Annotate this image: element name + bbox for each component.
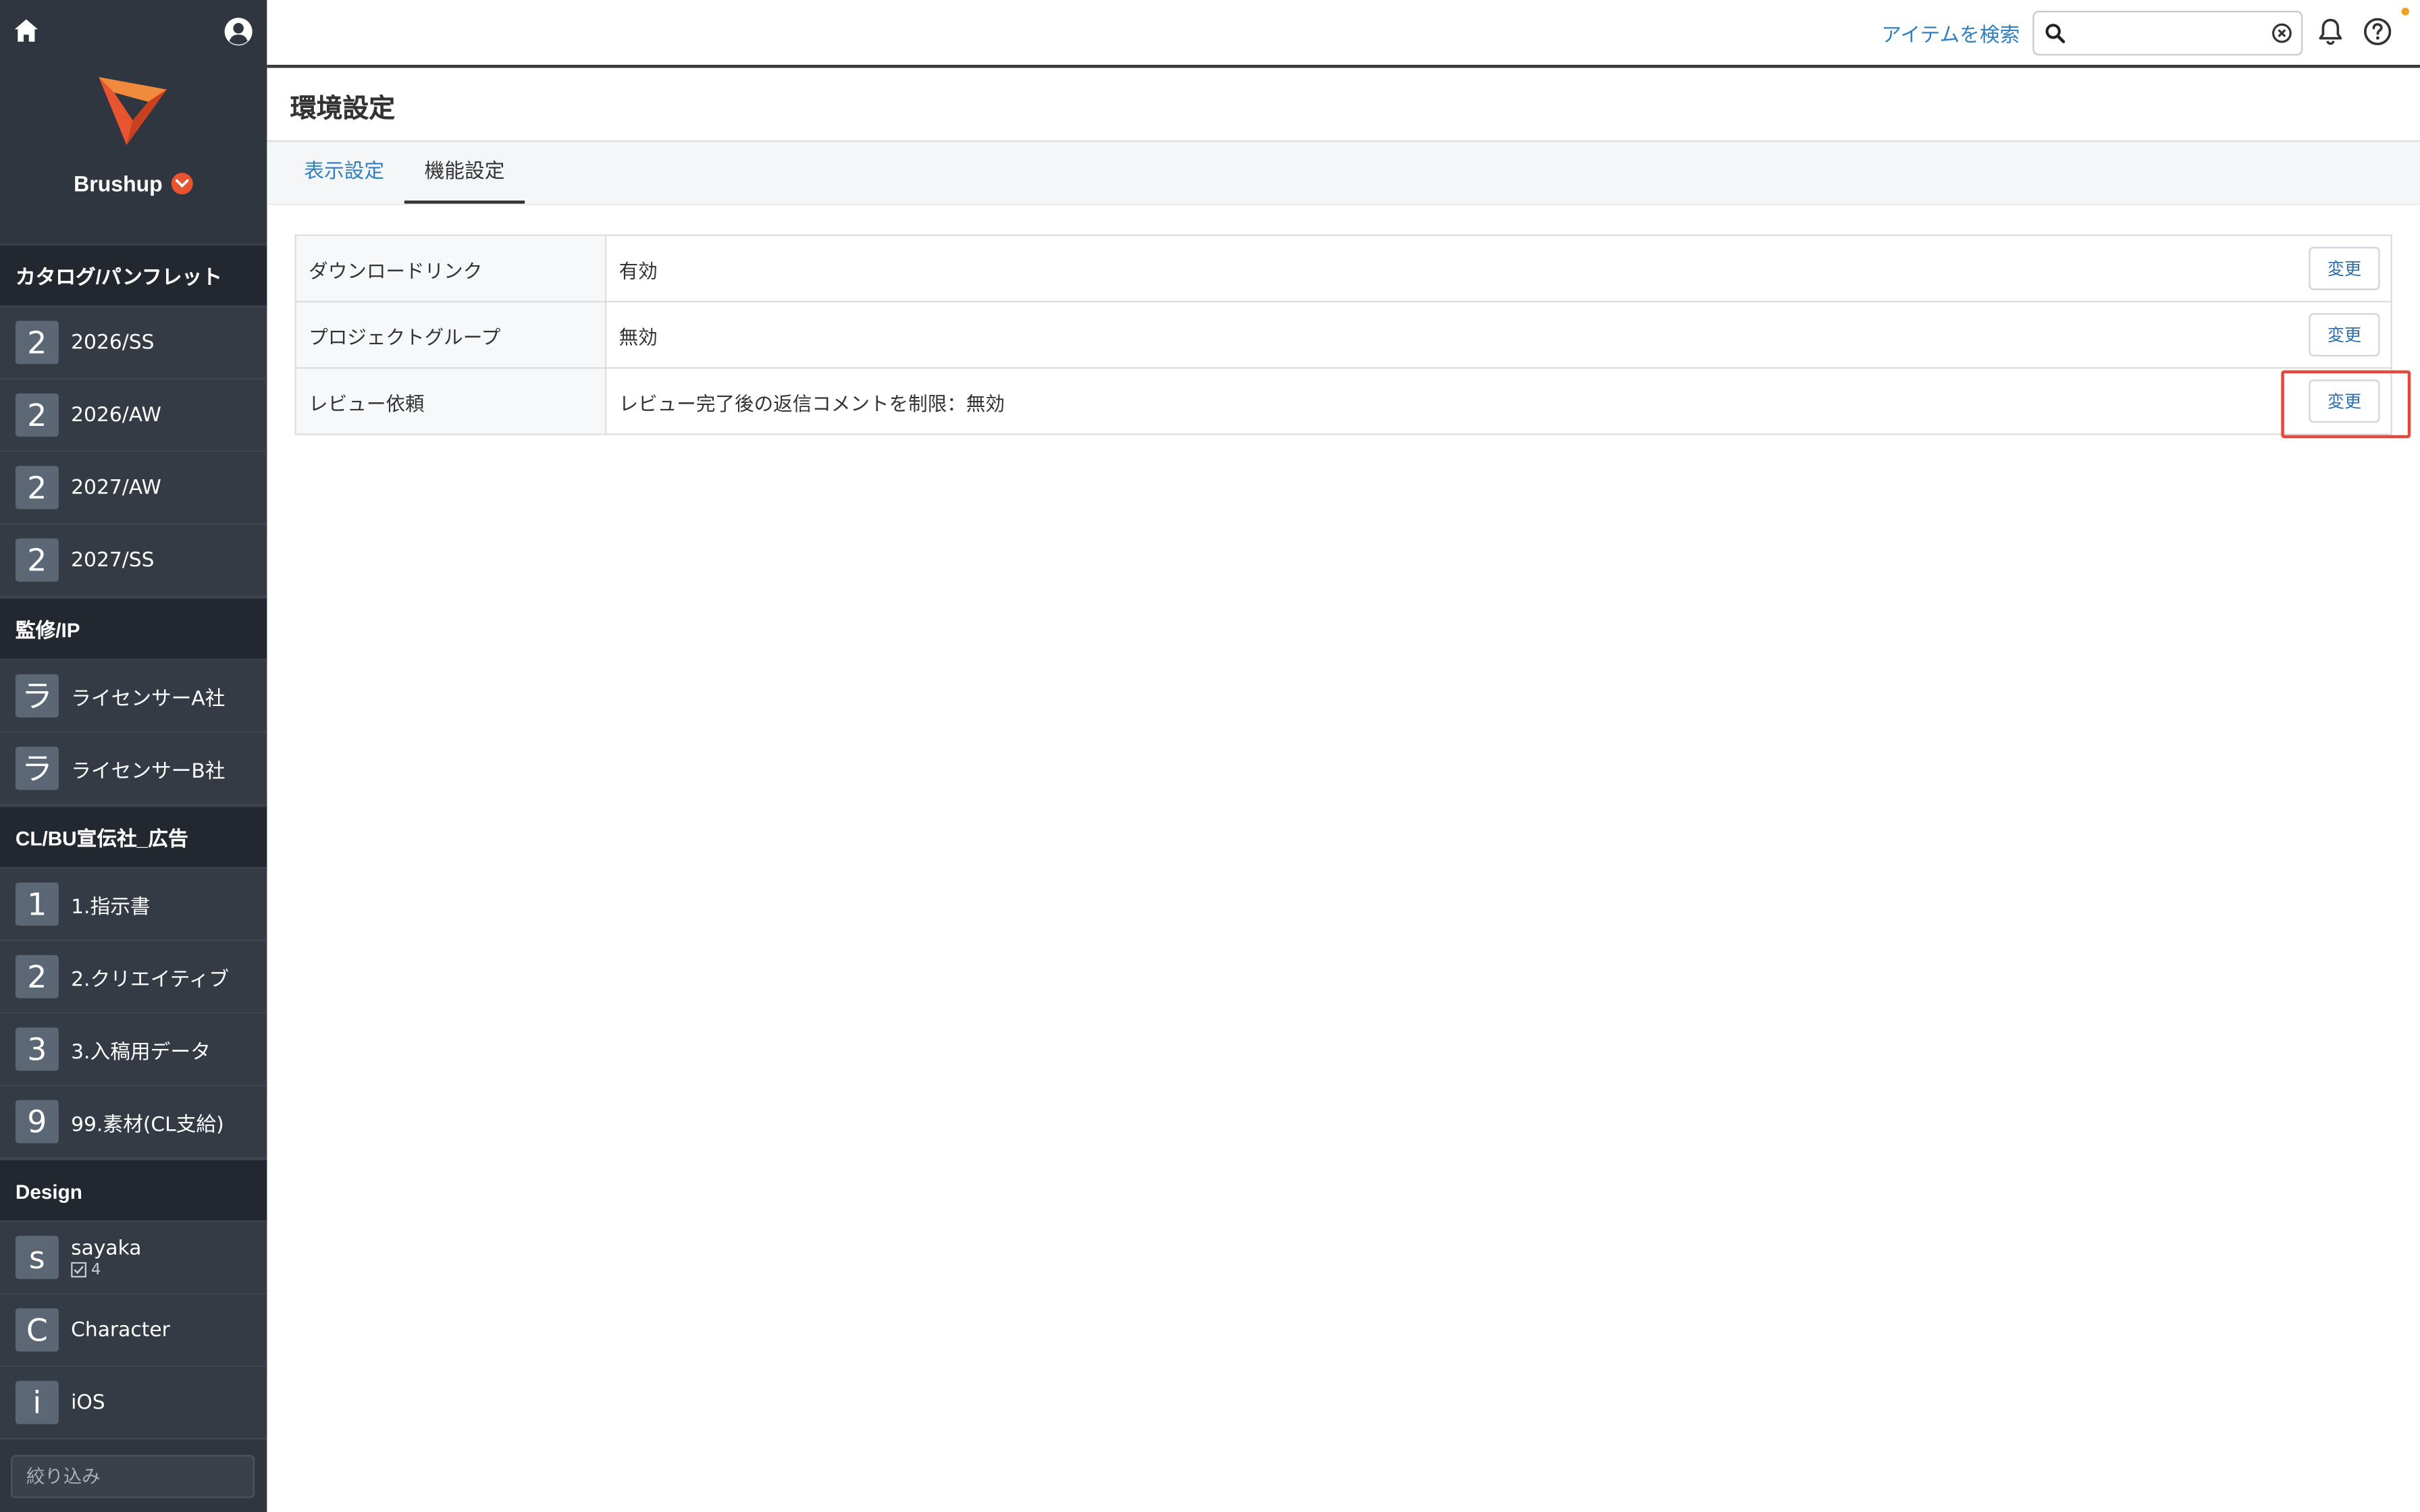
sidebar-item-project[interactable]: 2 2027/SS xyxy=(0,524,267,597)
sidebar-item-project[interactable]: s sayaka 4 xyxy=(0,1222,267,1295)
table-row: プロジェクトグループ 無効 変更 xyxy=(294,300,2392,369)
setting-value-cell: 有効 変更 xyxy=(605,234,2392,303)
setting-label: ダウンロードリンク xyxy=(294,234,607,303)
sidebar-item-project[interactable]: C Character xyxy=(0,1294,267,1368)
change-download-link-button[interactable]: 変更 xyxy=(2309,246,2380,290)
notification-bell-icon[interactable] xyxy=(2317,17,2344,46)
clear-search-icon[interactable] xyxy=(2272,23,2292,43)
project-badge: C xyxy=(15,1308,59,1352)
setting-label: レビュー依頼 xyxy=(294,367,607,435)
sidebar-item-label: 99.素材(CL支給) xyxy=(71,1113,224,1137)
tab-display-settings[interactable]: 表示設定 xyxy=(284,142,404,203)
workspace-name: Brushup xyxy=(74,171,163,196)
project-badge: 2 xyxy=(15,321,59,364)
task-count-value: 4 xyxy=(90,1261,101,1278)
project-badge: ラ xyxy=(15,747,59,790)
tabs-bar: 表示設定 機能設定 xyxy=(267,142,2420,205)
project-badge: 9 xyxy=(15,1100,59,1143)
setting-value: レビュー完了後の返信コメントを制限：無効 xyxy=(619,391,1005,414)
user-account-icon[interactable] xyxy=(223,17,253,46)
project-badge: 2 xyxy=(15,393,59,437)
project-badge: ラ xyxy=(15,674,59,718)
setting-value-cell: 無効 変更 xyxy=(605,300,2392,369)
sidebar-item-label: 2027/SS xyxy=(71,548,155,572)
table-row: レビュー依頼 レビュー完了後の返信コメントを制限：無効 変更 xyxy=(294,367,2392,435)
project-badge: 2 xyxy=(15,466,59,510)
sidebar-item-text: sayaka 4 xyxy=(71,1237,142,1278)
settings-table: ダウンロードリンク 有効 変更 プロジェクトグループ 無効 変更 レビュー依頼 … xyxy=(294,234,2392,435)
sidebar-item-label: 2026/SS xyxy=(71,331,155,354)
sidebar-top: Brushup xyxy=(0,0,267,244)
setting-label: プロジェクトグループ xyxy=(294,300,607,369)
sidebar-item-label: 2027/AW xyxy=(71,476,161,500)
sidebar-section-header: カタログ/パンフレット xyxy=(0,244,267,307)
sidebar: Brushup カタログ/パンフレット 2 2026/SS 2 2026/AW … xyxy=(0,0,267,1512)
project-badge: 2 xyxy=(15,538,59,582)
project-badge: 1 xyxy=(15,882,59,926)
project-badge: 3 xyxy=(15,1027,59,1071)
sidebar-section-header: 監修/IP xyxy=(0,597,267,661)
top-bar: アイテムを検索 xyxy=(267,0,2420,68)
item-search-link[interactable]: アイテムを検索 xyxy=(1881,18,2020,48)
sidebar-item-project[interactable]: ラ ライセンサーB社 xyxy=(0,732,267,806)
sidebar-item-project[interactable]: 3 3.入稿用データ xyxy=(0,1013,267,1087)
page-header: 環境設定 xyxy=(267,68,2420,142)
sidebar-item-label: iOS xyxy=(71,1390,105,1414)
sidebar-item-label: sayaka xyxy=(71,1237,142,1260)
search-icon xyxy=(2045,24,2066,43)
workspace-switcher[interactable]: Brushup xyxy=(0,168,267,199)
task-count: 4 xyxy=(71,1262,141,1278)
sidebar-item-project[interactable]: 2 2.クリエイティブ xyxy=(0,941,267,1014)
sidebar-section-header: CL/BU宣伝社_広告 xyxy=(0,805,267,869)
notification-dot xyxy=(2401,7,2410,16)
setting-value: 有効 xyxy=(619,258,658,282)
sidebar-item-label: 2.クリエイティブ xyxy=(71,968,230,992)
help-icon[interactable] xyxy=(2363,17,2392,46)
sidebar-item-project[interactable]: 2 2026/AW xyxy=(0,379,267,452)
sidebar-item-project[interactable]: 9 99.素材(CL支給) xyxy=(0,1086,267,1159)
chevron-down-icon xyxy=(172,173,194,194)
sidebar-item-project[interactable]: 2 2026/SS xyxy=(0,306,267,380)
table-row: ダウンロードリンク 有効 変更 xyxy=(294,234,2392,303)
sidebar-item-label: 3.入稿用データ xyxy=(71,1040,211,1064)
search-box[interactable] xyxy=(2032,11,2303,56)
sidebar-section-header: Design xyxy=(0,1158,267,1222)
sidebar-item-project[interactable]: i iOS xyxy=(0,1367,267,1440)
tab-function-settings[interactable]: 機能設定 xyxy=(404,142,525,204)
task-check-icon xyxy=(71,1262,86,1278)
setting-value: 無効 xyxy=(619,325,658,348)
main-content: アイテムを検索 環境設定 表示設定 機能設定 ダウンロードリンク 有効 変更 プ… xyxy=(267,0,2420,1512)
project-badge: s xyxy=(15,1235,59,1279)
sidebar-item-label: ライセンサーB社 xyxy=(71,759,226,783)
sidebar-item-label: Character xyxy=(71,1318,170,1342)
change-review-request-button[interactable]: 変更 xyxy=(2309,379,2380,423)
home-icon[interactable] xyxy=(12,17,40,45)
brushup-logo-icon xyxy=(99,77,167,145)
project-badge: 2 xyxy=(15,954,59,998)
sidebar-item-project[interactable]: ラ ライセンサーA社 xyxy=(0,660,267,733)
sidebar-item-label: 1.指示書 xyxy=(71,895,151,919)
sidebar-item-label: ライセンサーA社 xyxy=(71,687,226,711)
page-title: 環境設定 xyxy=(290,94,396,124)
sidebar-item-project[interactable]: 2 2027/AW xyxy=(0,452,267,525)
search-input[interactable] xyxy=(2071,18,2271,51)
sidebar-filter-input[interactable] xyxy=(11,1455,255,1498)
change-project-group-button[interactable]: 変更 xyxy=(2309,313,2380,356)
sidebar-item-project[interactable]: 1 1.指示書 xyxy=(0,868,267,942)
setting-value-cell: レビュー完了後の返信コメントを制限：無効 変更 xyxy=(605,367,2392,435)
project-badge: i xyxy=(15,1380,59,1424)
sidebar-item-label: 2026/AW xyxy=(71,403,161,427)
app-window: Brushup カタログ/パンフレット 2 2026/SS 2 2026/AW … xyxy=(0,0,2420,1512)
